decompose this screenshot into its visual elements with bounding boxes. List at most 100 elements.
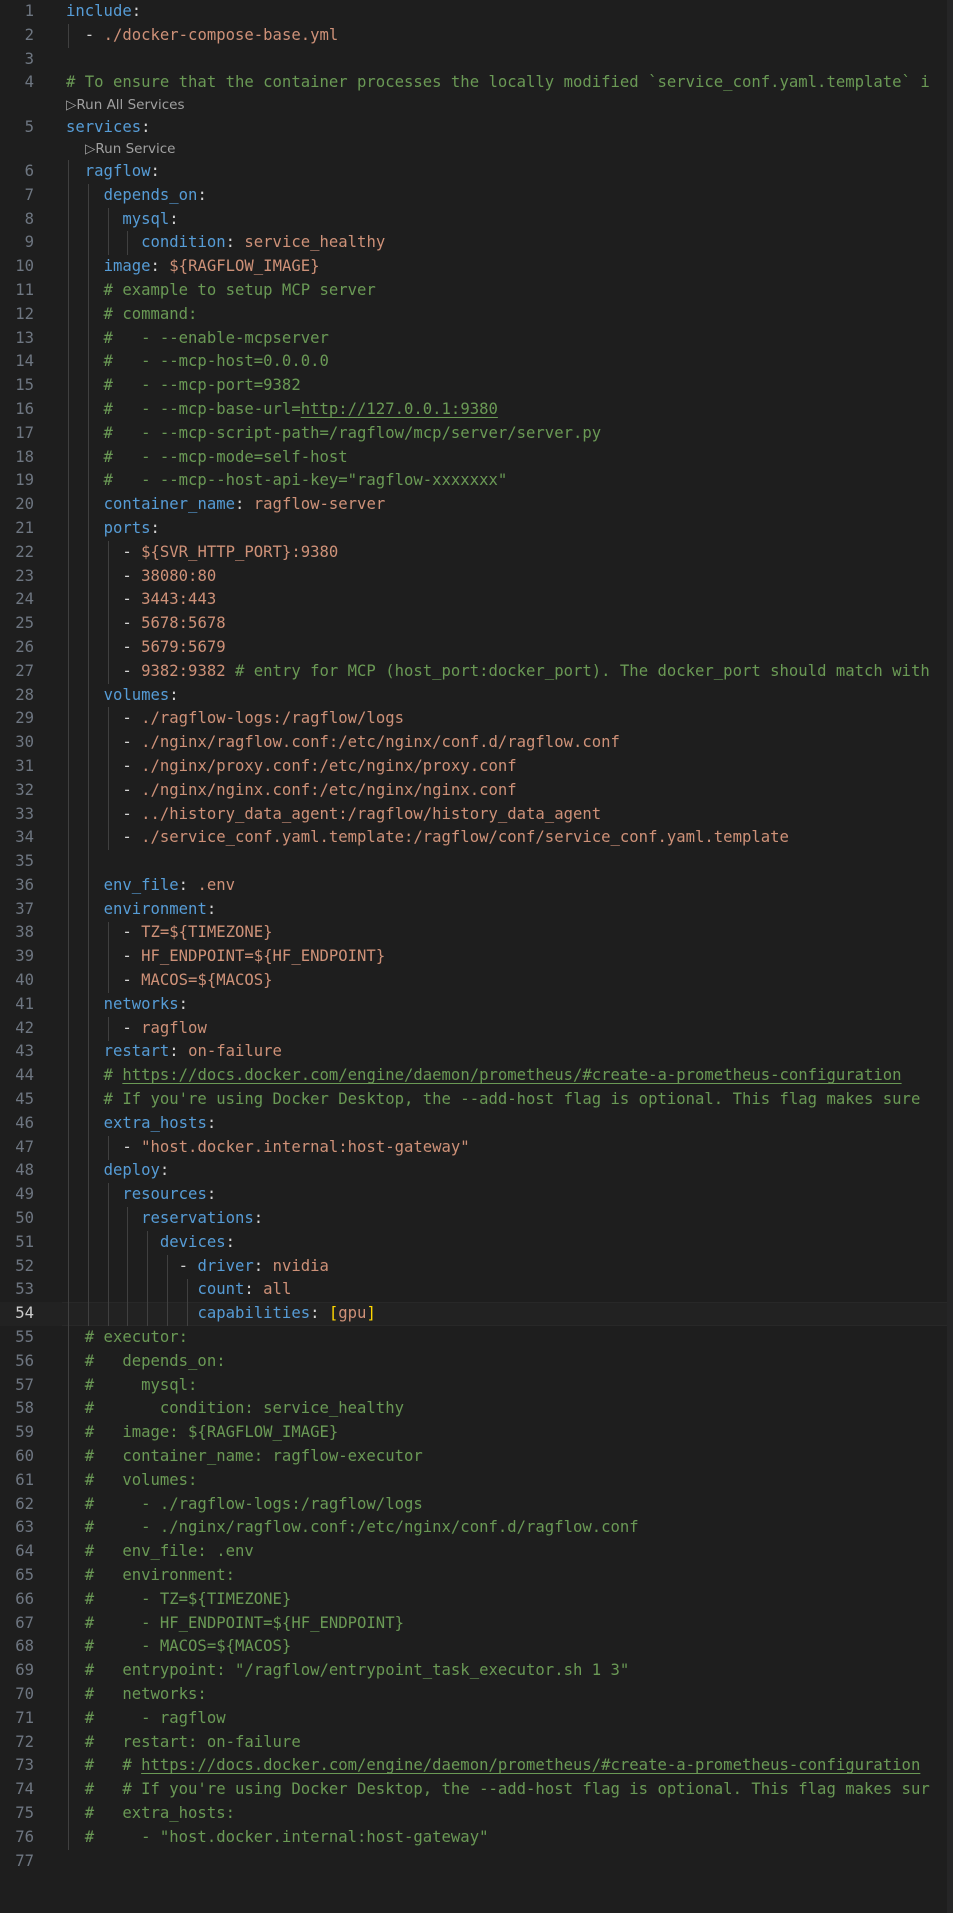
code-line[interactable]: 61 # volumes: — [0, 1469, 953, 1493]
code-line[interactable]: 10 image: ${RAGFLOW_IMAGE} — [0, 255, 953, 279]
code-line[interactable]: 20 container_name: ragflow-server — [0, 493, 953, 517]
line-content: - MACOS=${MACOS} — [66, 969, 272, 993]
code-line[interactable]: 44 # https://docs.docker.com/engine/daem… — [0, 1064, 953, 1088]
code-line[interactable]: 50 reservations: — [0, 1207, 953, 1231]
code-line[interactable]: 29 - ./ragflow-logs:/ragflow/logs — [0, 707, 953, 731]
code-line[interactable]: 6 ragflow: — [0, 160, 953, 184]
code-line[interactable]: 23 - 38080:80 — [0, 565, 953, 589]
code-line[interactable]: 4 # To ensure that the container processe… — [0, 71, 953, 95]
code-line[interactable]: 64 # env_file: .env — [0, 1540, 953, 1564]
code-line[interactable]: 14 # - --mcp-host=0.0.0.0 — [0, 350, 953, 374]
code-line[interactable]: 41 networks: — [0, 993, 953, 1017]
line-number: 7 — [24, 185, 34, 204]
line-number: 63 — [15, 1518, 34, 1537]
code-line[interactable]: 57 # mysql: — [0, 1374, 953, 1398]
code-line[interactable]: 16 # - --mcp-base-url=http://127.0.0.1:9… — [0, 398, 953, 422]
code-line[interactable]: 24 - 3443:443 — [0, 588, 953, 612]
code-line[interactable]: 53 count: all — [0, 1278, 953, 1302]
run-all-services-codelens[interactable]: ▷Run All Services — [66, 95, 185, 116]
code-line[interactable]: 7 depends_on: — [0, 184, 953, 208]
code-line[interactable]: 47 - "host.docker.internal:host-gateway" — [0, 1136, 953, 1160]
code-line[interactable]: 66 # - TZ=${TIMEZONE} — [0, 1588, 953, 1612]
code-line[interactable]: 58 # condition: service_healthy — [0, 1397, 953, 1421]
code-line[interactable]: 54 capabilities: [gpu] — [0, 1302, 953, 1327]
code-line[interactable]: 52 - driver: nvidia — [0, 1255, 953, 1279]
code-line[interactable]: 37 environment: — [0, 898, 953, 922]
code-line[interactable]: 36 env_file: .env — [0, 874, 953, 898]
code-line[interactable]: 3 — [0, 48, 953, 72]
code-line[interactable]: 43 restart: on-failure — [0, 1040, 953, 1064]
code-line[interactable]: 45 # If you're using Docker Desktop, the… — [0, 1088, 953, 1112]
run-service-codelens[interactable]: ▷Run Service — [85, 139, 175, 160]
line-content: extra_hosts: — [66, 1112, 217, 1136]
code-editor[interactable]: 1 include: 2 - ./docker-compose-base.yml 3 4… — [0, 0, 953, 1913]
code-line[interactable]: 48 deploy: — [0, 1159, 953, 1183]
code-line[interactable]: 73 # # https://docs.docker.com/engine/da… — [0, 1754, 953, 1778]
code-line[interactable]: 38 - TZ=${TIMEZONE} — [0, 921, 953, 945]
code-line[interactable]: 74 # # If you're using Docker Desktop, t… — [0, 1778, 953, 1802]
code-line[interactable]: 13 # - --enable-mcpserver — [0, 327, 953, 351]
code-line[interactable]: 28 volumes: — [0, 684, 953, 708]
code-line[interactable]: 5 services: — [0, 116, 953, 140]
code-token: ./docker-compose-base.yml — [103, 25, 339, 44]
code-line[interactable]: 35 — [0, 850, 953, 874]
code-line[interactable]: 62 # - ./ragflow-logs:/ragflow/logs — [0, 1493, 953, 1517]
code-line[interactable]: 25 - 5678:5678 — [0, 612, 953, 636]
code-line[interactable]: 67 # - HF_ENDPOINT=${HF_ENDPOINT} — [0, 1612, 953, 1636]
code-line[interactable]: 22 - ${SVR_HTTP_PORT}:9380 — [0, 541, 953, 565]
code-token: capabilities — [197, 1304, 311, 1323]
code-line[interactable]: 75 # extra_hosts: — [0, 1802, 953, 1826]
code-line[interactable]: 39 - HF_ENDPOINT=${HF_ENDPOINT} — [0, 945, 953, 969]
code-line[interactable]: 9 condition: service_healthy — [0, 231, 953, 255]
vertical-scrollbar[interactable] — [947, 0, 953, 1913]
code-line[interactable]: 49 resources: — [0, 1183, 953, 1207]
code-line[interactable]: 8 mysql: — [0, 208, 953, 232]
code-line[interactable]: 31 - ./nginx/proxy.conf:/etc/nginx/proxy… — [0, 755, 953, 779]
code-line[interactable]: 21 ports: — [0, 517, 953, 541]
code-line[interactable]: 51 devices: — [0, 1231, 953, 1255]
code-line[interactable]: 59 # image: ${RAGFLOW_IMAGE} — [0, 1421, 953, 1445]
code-line[interactable]: 69 # entrypoint: "/ragflow/entrypoint_ta… — [0, 1659, 953, 1683]
line-content: - ragflow — [66, 1017, 207, 1041]
code-line[interactable]: 12 # command: — [0, 303, 953, 327]
code-line[interactable]: 70 # networks: — [0, 1683, 953, 1707]
code-token[interactable]: https://docs.docker.com/engine/daemon/pr… — [122, 1066, 901, 1084]
code-line[interactable]: 11 # example to setup MCP server — [0, 279, 953, 303]
code-line[interactable]: 56 # depends_on: — [0, 1350, 953, 1374]
code-line[interactable]: 30 - ./nginx/ragflow.conf:/etc/nginx/con… — [0, 731, 953, 755]
code-line[interactable]: 72 # restart: on-failure — [0, 1731, 953, 1755]
line-content: - 5678:5678 — [66, 612, 225, 636]
line-content: count: all — [66, 1278, 291, 1302]
code-token: # environment: — [66, 1566, 235, 1584]
code-line[interactable]: 17 # - --mcp-script-path=/ragflow/mcp/se… — [0, 422, 953, 446]
code-line[interactable]: 46 extra_hosts: — [0, 1112, 953, 1136]
code-line[interactable]: 19 # - --mcp--host-api-key="ragflow-xxxx… — [0, 469, 953, 493]
line-number: 26 — [15, 637, 34, 656]
code-token: # volumes: — [66, 1470, 198, 1489]
code-line[interactable]: 15 # - --mcp-port=9382 — [0, 374, 953, 398]
code-line[interactable]: 71 # - ragflow — [0, 1707, 953, 1731]
code-token[interactable]: https://docs.docker.com/engine/daemon/pr… — [141, 1756, 920, 1774]
code-line[interactable]: 2 - ./docker-compose-base.yml — [0, 24, 953, 48]
code-line[interactable]: 32 - ./nginx/nginx.conf:/etc/nginx/nginx… — [0, 779, 953, 803]
code-line[interactable]: 26 - 5679:5679 — [0, 636, 953, 660]
code-line[interactable]: 63 # - ./nginx/ragflow.conf:/etc/nginx/c… — [0, 1516, 953, 1540]
code-line[interactable]: 60 # container_name: ragflow-executor — [0, 1445, 953, 1469]
code-line[interactable]: 68 # - MACOS=${MACOS} — [0, 1635, 953, 1659]
code-token[interactable]: http://127.0.0.1:9380 — [301, 400, 498, 418]
code-line[interactable]: 18 # - --mcp-mode=self-host — [0, 446, 953, 470]
editor-lines[interactable]: 1 include: 2 - ./docker-compose-base.yml 3 4… — [0, 0, 953, 1873]
code-line[interactable]: 55 # executor: — [0, 1326, 953, 1350]
line-number: 14 — [15, 352, 34, 371]
code-line[interactable]: 27 - 9382:9382 # entry for MCP (host_por… — [0, 660, 953, 684]
code-line[interactable]: 33 - ../history_data_agent:/ragflow/hist… — [0, 803, 953, 827]
code-line[interactable]: 34 - ./service_conf.yaml.template:/ragfl… — [0, 826, 953, 850]
code-line[interactable]: 1 include: — [0, 0, 953, 24]
code-line[interactable]: 40 - MACOS=${MACOS} — [0, 969, 953, 993]
code-line[interactable]: 77 — [0, 1850, 953, 1874]
code-line[interactable]: 65 # environment: — [0, 1564, 953, 1588]
code-line[interactable]: 76 # - "host.docker.internal:host-gatewa… — [0, 1826, 953, 1850]
code-line[interactable]: 42 - ragflow — [0, 1017, 953, 1041]
code-token: - — [66, 1256, 198, 1275]
line-number: 30 — [15, 733, 34, 752]
